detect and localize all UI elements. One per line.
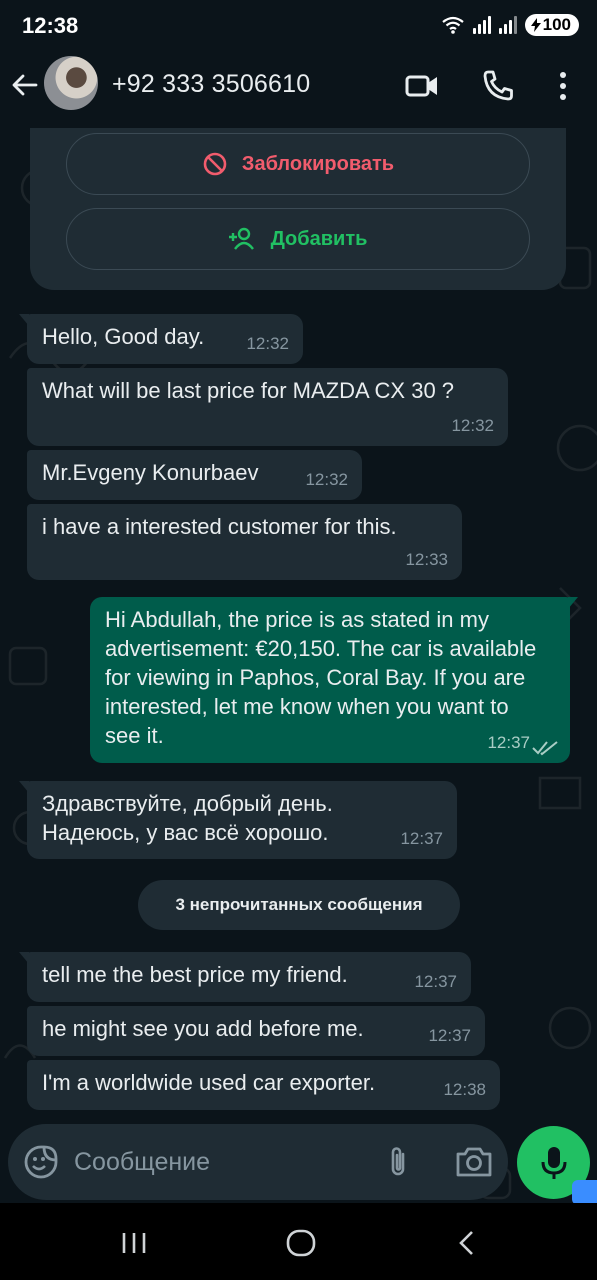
system-navigation-bar xyxy=(0,1203,597,1280)
message-time: 12:37 xyxy=(487,733,530,752)
unread-messages-divider: 3 непрочитанных сообщения xyxy=(138,880,460,930)
charging-icon xyxy=(530,18,541,32)
system-back-icon[interactable] xyxy=(452,1229,484,1257)
message-bubble-incoming[interactable]: I'm a worldwide used car exporter. 12:38 xyxy=(27,1060,500,1110)
signal-icon-2 xyxy=(498,16,517,34)
message-time: 12:32 xyxy=(246,334,289,353)
message-time: 12:32 xyxy=(305,470,348,489)
message-time: 12:38 xyxy=(443,1080,486,1099)
back-arrow-icon[interactable] xyxy=(10,70,40,100)
battery-level: 100 xyxy=(542,15,571,34)
signal-icon xyxy=(472,16,491,34)
camera-icon[interactable] xyxy=(454,1144,494,1180)
home-icon[interactable] xyxy=(284,1229,318,1257)
block-icon xyxy=(203,152,227,176)
message-text: tell me the best price my friend. xyxy=(42,962,348,987)
status-bar: 12:38 100 xyxy=(0,0,597,52)
read-receipt-icon xyxy=(532,741,558,756)
message-bubble-incoming[interactable]: tell me the best price my friend. 12:37 xyxy=(19,952,471,1002)
contact-avatar[interactable] xyxy=(44,56,98,110)
add-person-icon xyxy=(228,227,254,250)
bubble-tail xyxy=(568,597,578,609)
message-text: he might see you add before me. xyxy=(42,1016,364,1041)
message-bubble-incoming[interactable]: he might see you add before me. 12:37 xyxy=(27,1006,485,1056)
floating-bubble-icon[interactable] xyxy=(572,1180,597,1205)
message-bubble-incoming[interactable]: What will be last price for MAZDA CX 30 … xyxy=(27,368,508,446)
message-bubble-incoming[interactable]: i have a interested customer for this. 1… xyxy=(27,504,462,580)
message-bubble-incoming[interactable]: Hello, Good day. 12:32 xyxy=(19,314,303,364)
microphone-icon xyxy=(541,1146,566,1179)
chat-header: +92 333 3506610 xyxy=(0,52,597,128)
message-text: i have a interested customer for this. xyxy=(42,514,397,539)
battery-indicator: 100 xyxy=(524,14,579,36)
recent-apps-icon[interactable] xyxy=(118,1229,150,1257)
phone-call-icon[interactable] xyxy=(480,68,516,104)
unknown-contact-card: Заблокировать Добавить xyxy=(30,128,566,290)
message-time: 12:32 xyxy=(451,416,494,435)
message-bubble-outgoing[interactable]: Hi Abdullah, the price is as stated in m… xyxy=(90,597,578,763)
message-text: Hi Abdullah, the price is as stated in m… xyxy=(105,607,537,748)
contact-name[interactable]: +92 333 3506610 xyxy=(112,70,310,99)
status-time: 12:38 xyxy=(22,13,79,38)
bubble-tail xyxy=(19,781,29,793)
message-time: 12:37 xyxy=(428,1026,471,1045)
status-icons: 100 xyxy=(441,14,579,36)
bubble-tail xyxy=(19,314,29,326)
emoji-sticker-icon[interactable] xyxy=(22,1143,60,1181)
more-options-icon[interactable] xyxy=(545,68,581,104)
add-label: Добавить xyxy=(270,227,368,250)
wifi-icon xyxy=(441,16,464,34)
message-input[interactable]: Сообщение xyxy=(74,1148,210,1177)
video-call-icon[interactable] xyxy=(404,68,440,104)
message-composer[interactable]: Сообщение xyxy=(8,1124,508,1200)
message-bubble-incoming[interactable]: Mr.Evgeny Konurbaev 12:32 xyxy=(27,450,362,500)
message-bubble-incoming[interactable]: Здравствуйте, добрый день. Надеюсь, у ва… xyxy=(19,781,457,859)
message-time: 12:37 xyxy=(400,829,443,848)
message-text: I'm a worldwide used car exporter. xyxy=(42,1070,376,1095)
add-contact-button[interactable]: Добавить xyxy=(66,208,530,270)
block-label: Заблокировать xyxy=(241,152,395,175)
message-time: 12:33 xyxy=(405,550,448,569)
message-text: What will be last price for MAZDA CX 30 … xyxy=(42,378,455,403)
block-button[interactable]: Заблокировать xyxy=(66,133,530,195)
message-text: Mr.Evgeny Konurbaev xyxy=(42,460,259,485)
chat-area[interactable]: Заблокировать Добавить Hello, Good day. … xyxy=(0,128,597,1203)
attach-icon[interactable] xyxy=(380,1144,416,1180)
message-time: 12:37 xyxy=(414,972,457,991)
message-text: Здравствуйте, добрый день. Надеюсь, у ва… xyxy=(42,791,333,845)
bubble-tail xyxy=(19,952,29,964)
